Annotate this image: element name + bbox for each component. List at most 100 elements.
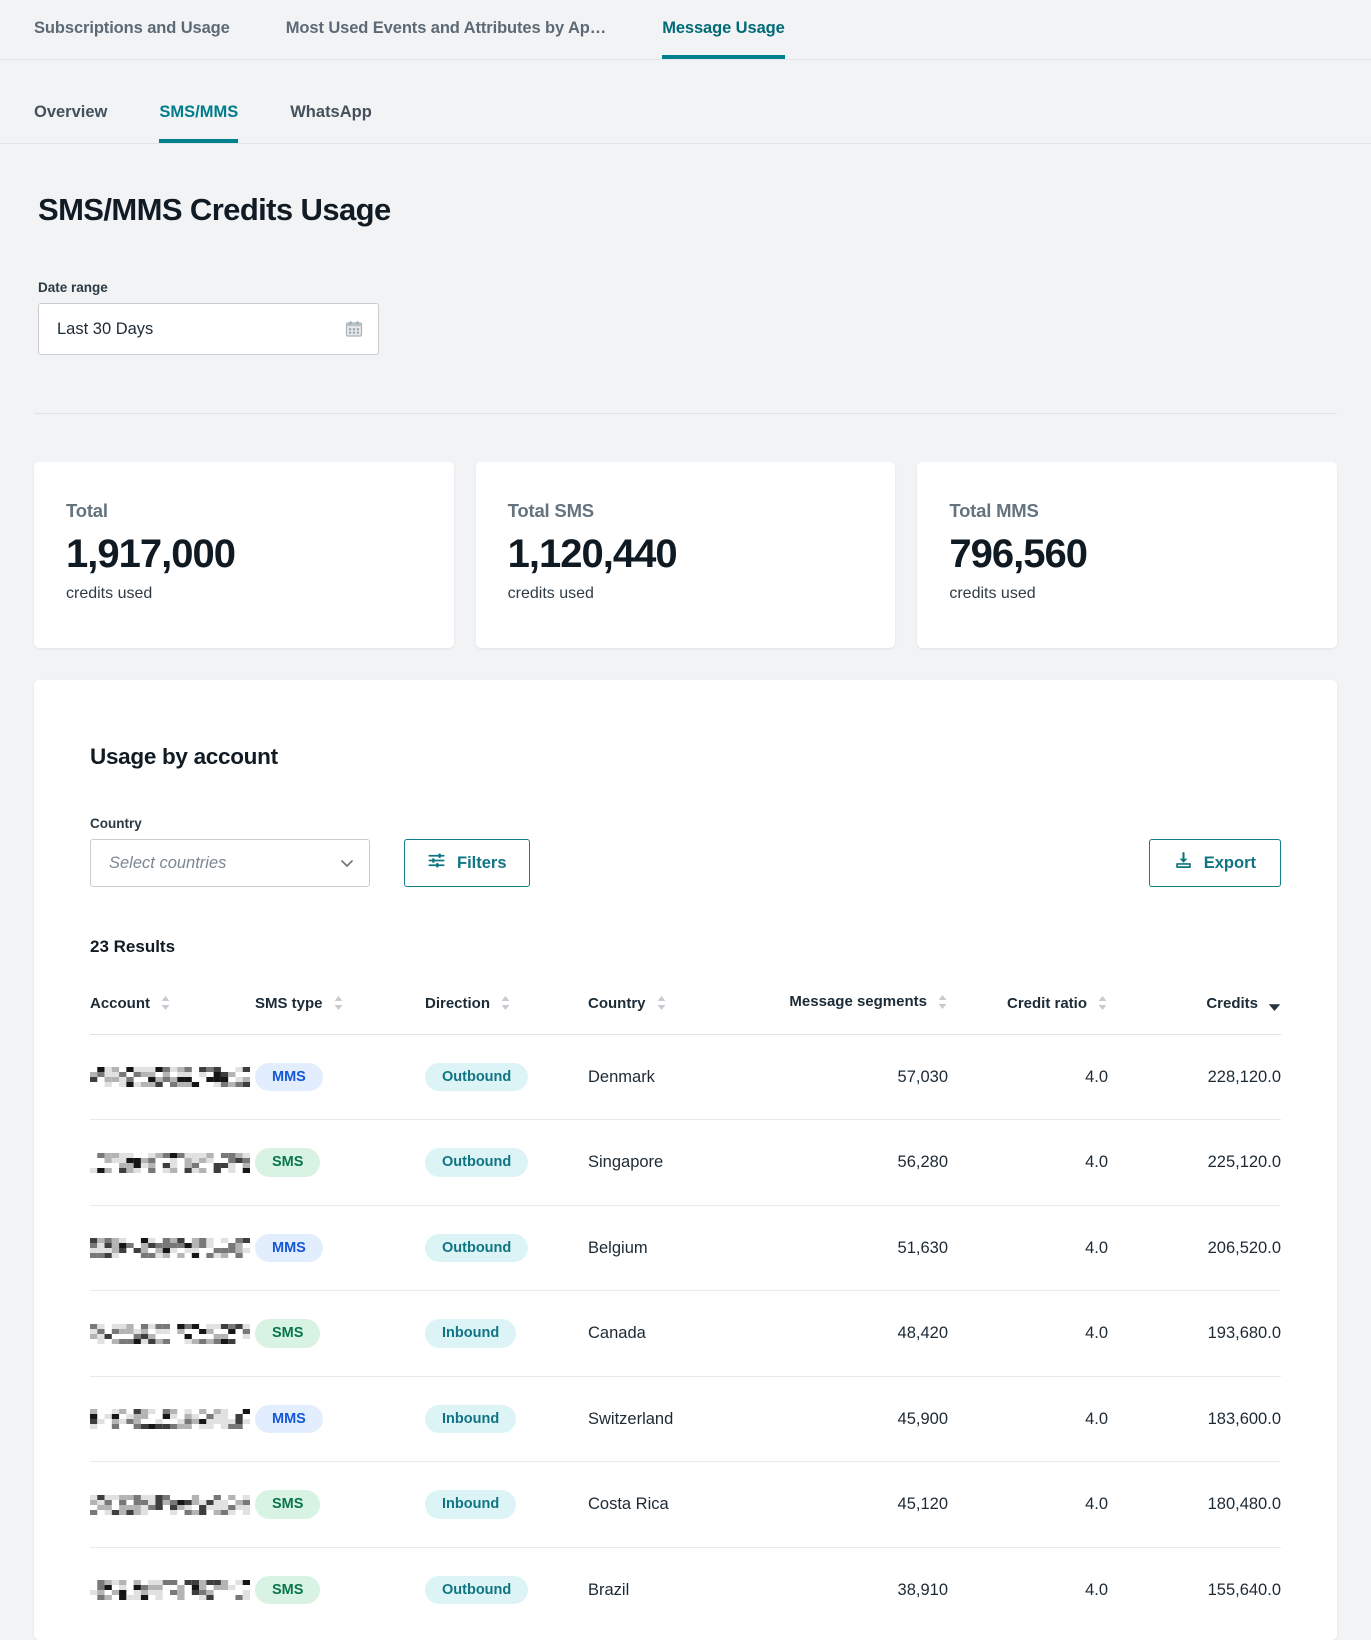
cell-sms-type: MMS [255,1376,425,1463]
direction-badge: Inbound [425,1319,517,1348]
table-row[interactable]: SMS Inbound Costa Rica 45,120 4.0 180,480.0 [90,1461,1281,1548]
cell-account [90,1376,255,1463]
sort-icon [656,995,667,1011]
stat-unit: credits used [949,585,1036,602]
cell-message-segments: 57,030 [763,1034,948,1121]
sort-desc-icon [1268,999,1281,1011]
cell-sms-type: SMS [255,1547,425,1632]
chevron-down-icon [339,855,355,871]
cell-direction: Inbound [425,1461,588,1548]
redacted-account-name [90,1238,255,1258]
cell-credit-ratio: 4.0 [948,1205,1108,1292]
column-header-sms-type[interactable]: SMS type [255,993,425,1035]
primary-tab-bar: Subscriptions and Usage Most Used Events… [0,0,1371,60]
cell-credits: 228,120.0 [1108,1034,1281,1121]
table-header: Account SMS type Direction Country Messa… [90,993,1281,1035]
country-filter-group: Country Select countries [90,816,370,887]
sms-type-badge: MMS [255,1062,323,1092]
cell-credits: 155,640.0 [1207,1580,1281,1599]
cell-direction: Inbound [425,1376,588,1463]
cell-sms-type: MMS [255,1205,425,1292]
table-header-row: Account SMS type Direction Country Messa… [90,993,1281,1035]
table-row[interactable]: MMS Outbound Denmark 57,030 4.0 228,120.0 [90,1034,1281,1121]
tab-overview[interactable]: Overview [34,103,107,143]
redacted-account-name [90,1494,255,1515]
filters-button-label: Filters [457,853,507,872]
cell-direction: Outbound [425,1119,588,1206]
cell-credits: 206,520.0 [1108,1205,1281,1292]
stat-card-total: Total 1,917,000 credits used [34,462,454,648]
page-header: SMS/MMS Credits Usage Date range Last 30… [0,144,1371,355]
usage-table: Account SMS type Direction Country Messa… [90,993,1281,1632]
column-header-country[interactable]: Country [588,993,763,1035]
sms-type-badge: MMS [255,1233,323,1263]
cell-credit-ratio: 4.0 [948,1290,1108,1377]
table-row[interactable]: SMS Inbound Canada 48,420 4.0 193,680.0 [90,1290,1281,1377]
table-controls: Country Select countries Filters Export [90,816,1281,887]
table-body: MMS Outbound Denmark 57,030 4.0 228,120.0 SMS O… [90,1034,1281,1632]
cell-sms-type: MMS [255,1034,425,1121]
cell-sms-type: SMS [255,1119,425,1206]
secondary-tab-bar: Overview SMS/MMS WhatsApp [0,60,1371,144]
table-row[interactable]: MMS Inbound Switzerland 45,900 4.0 183,600.0 [90,1376,1281,1463]
cell-message-segments: 56,280 [763,1119,948,1206]
column-header-credit-ratio[interactable]: Credit ratio [948,993,1108,1035]
sms-type-badge: SMS [255,1319,321,1348]
column-label: Message segments [789,993,927,1010]
tab-message-usage[interactable]: Message Usage [662,19,785,59]
table-row[interactable]: MMS Outbound Belgium 51,630 4.0 206,520.0 [90,1205,1281,1292]
panel-title: Usage by account [90,744,278,769]
table-row[interactable]: SMS Outbound Singapore 56,280 4.0 225,120.0 [90,1119,1281,1206]
stat-unit: credits used [507,585,594,602]
country-select[interactable]: Select countries [90,839,370,887]
date-range-label: Date range [38,280,108,295]
sort-icon [937,994,948,1010]
tab-sms-mms[interactable]: SMS/MMS [159,103,239,143]
cell-account [90,1119,255,1206]
direction-badge: Inbound [425,1404,517,1434]
stat-label: Total SMS [507,500,594,521]
tab-subscriptions-and-usage[interactable]: Subscriptions and Usage [34,19,230,59]
export-button[interactable]: Export [1148,839,1281,887]
redacted-account-name [90,1152,255,1173]
tab-whatsapp[interactable]: WhatsApp [290,103,372,143]
filters-button[interactable]: Filters [404,839,530,887]
country-placeholder: Select countries [109,853,227,872]
column-header-account[interactable]: Account [90,993,255,1035]
redacted-account-name [90,1409,255,1429]
redacted-account-name [90,1580,255,1600]
column-label: SMS type [255,994,323,1012]
date-range-picker[interactable]: Last 30 Days [38,303,379,355]
cell-account [90,1034,255,1121]
column-label: Credits [1206,994,1258,1012]
page-title: SMS/MMS Credits Usage [38,192,391,227]
cell-country: Costa Rica [588,1461,763,1548]
cell-sms-type: SMS [255,1461,425,1548]
cell-credit-ratio: 4.0 [948,1461,1108,1548]
sort-icon [1097,995,1108,1011]
stat-card-total-sms: Total SMS 1,120,440 credits used [475,462,896,648]
column-label: Direction [425,994,491,1012]
tab-most-used-events[interactable]: Most Used Events and Attributes by Ap… [286,19,607,59]
sort-icon [333,995,344,1011]
sms-type-badge: SMS [255,1490,321,1519]
calendar-icon [344,319,364,339]
stat-label: Total [66,500,108,521]
cell-direction: Outbound [425,1034,588,1121]
column-header-direction[interactable]: Direction [425,993,588,1035]
stat-unit: credits used [66,585,153,602]
cell-message-segments: 48,420 [763,1290,948,1377]
table-row[interactable]: SMS Outbound Brazil 38,910 4.0 155,640.0 [90,1547,1281,1632]
column-header-credits[interactable]: Credits [1108,993,1281,1035]
column-header-message-segments[interactable]: Message segments [763,993,948,1035]
sms-type-badge: SMS [255,1148,321,1177]
direction-badge: Outbound [425,1062,529,1092]
cell-credits: 183,600.0 [1108,1376,1281,1463]
summary-cards: Total 1,917,000 credits used Total SMS 1… [0,414,1371,648]
cell-credits: 180,480.0 [1108,1461,1281,1548]
column-label: Credit ratio [1006,994,1087,1012]
direction-badge: Outbound [425,1148,529,1177]
column-label: Account [90,994,150,1012]
cell-message-segments: 38,910 [897,1580,948,1599]
column-label: Country [588,994,646,1012]
